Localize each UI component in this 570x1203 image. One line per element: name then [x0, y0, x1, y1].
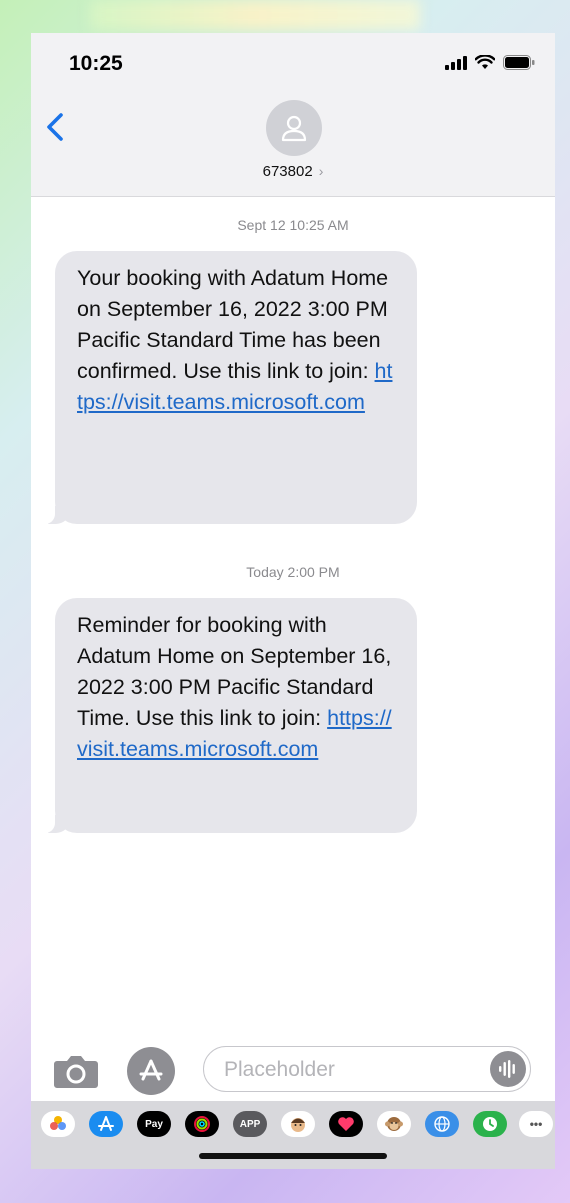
app-icon[interactable]: APP: [233, 1111, 267, 1137]
status-icons: [445, 55, 535, 70]
apple-pay-icon[interactable]: Pay: [137, 1111, 171, 1137]
message-input-field[interactable]: [203, 1046, 531, 1092]
activity-icon[interactable]: [185, 1111, 219, 1137]
app-drawer: Pay APP •••: [31, 1101, 555, 1169]
background-glow: [90, 0, 420, 30]
app-store-icon: [139, 1059, 163, 1081]
message-text: Your booking with Adatum Home on Septemb…: [77, 266, 389, 383]
contact-number: 673802: [262, 163, 313, 180]
chevron-right-icon: ›: [318, 163, 324, 179]
monkey-icon[interactable]: [377, 1111, 411, 1137]
photos-icon[interactable]: [41, 1111, 75, 1137]
contact-avatar[interactable]: [266, 100, 322, 156]
heart-icon[interactable]: [329, 1111, 363, 1137]
battery-icon: [503, 55, 535, 70]
phone-screen: 10:25 673802 › Sept 12 10:25 AM Your boo…: [31, 33, 555, 1169]
wifi-icon: [475, 55, 495, 69]
message-timestamp: Sept 12 10:25 AM: [237, 217, 349, 233]
camera-icon[interactable]: [53, 1053, 99, 1089]
message-composer: [31, 1041, 555, 1101]
app-store-button[interactable]: [127, 1047, 175, 1095]
signal-icon: [445, 55, 467, 70]
message-timestamp: Today 2:00 PM: [246, 564, 340, 580]
contact-name[interactable]: 673802 ›: [31, 163, 555, 180]
home-indicator: [199, 1153, 387, 1159]
person-icon: [281, 115, 307, 142]
message-input[interactable]: [222, 1055, 476, 1085]
clock-icon[interactable]: [473, 1111, 507, 1137]
waveform-icon: [499, 1060, 515, 1078]
status-time: 10:25: [69, 52, 123, 75]
audio-record-button[interactable]: [490, 1051, 526, 1087]
back-chevron-icon[interactable]: [41, 107, 71, 147]
app-store-icon[interactable]: [89, 1111, 123, 1137]
memoji-icon[interactable]: [281, 1111, 315, 1137]
more-icon[interactable]: •••: [519, 1111, 553, 1137]
message-bubble: Reminder for booking with Adatum Home on…: [41, 598, 417, 833]
message-bubble: Your booking with Adatum Home on Septemb…: [41, 251, 417, 524]
conversation-header: 10:25 673802 ›: [31, 33, 555, 197]
globe-icon[interactable]: [425, 1111, 459, 1137]
